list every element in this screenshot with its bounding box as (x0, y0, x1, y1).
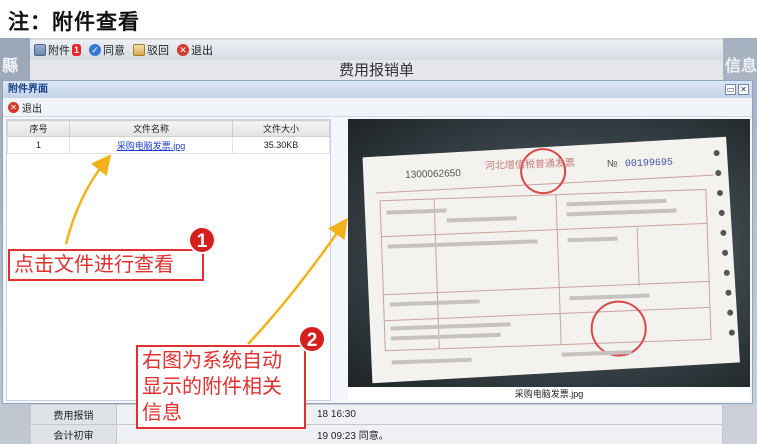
step-badge-2: 2 (298, 325, 326, 353)
reject-icon (133, 44, 145, 56)
approval-step-label: 费用报销 (30, 404, 117, 425)
attachment-preview: 1300062650 河北增值税普通发票 № 00199695 采购电脑发票.j… (348, 119, 750, 401)
table-row: 费用报销 18 16:30 (30, 404, 723, 425)
invoice-image: 1300062650 河北增值税普通发票 № 00199695 (362, 136, 740, 384)
exit-button[interactable]: ✕ 退出 (177, 42, 213, 58)
form-toolbar: 附件 1 ✓ 同意 驳回 ✕ 退出 (30, 40, 723, 60)
approval-step-label: 会计初审 (30, 424, 117, 444)
invoice-code: 1300062650 (405, 168, 461, 181)
exit-icon: ✕ (8, 101, 19, 113)
reject-button[interactable]: 驳回 (133, 42, 169, 58)
file-name-cell: 采购电脑发票.jpg (69, 136, 233, 154)
file-size: 35.30KB (232, 136, 330, 154)
preview-caption: 采购电脑发票.jpg (348, 387, 750, 401)
column-header-filename: 文件名称 (69, 120, 233, 137)
file-index: 1 (7, 136, 70, 154)
exit-icon: ✕ (177, 44, 189, 56)
file-name-link[interactable]: 采购电脑发票.jpg (117, 141, 186, 151)
dialog-exit-label: 退出 (22, 103, 42, 115)
column-header-filesize: 文件大小 (232, 120, 330, 137)
table-row[interactable]: 1 采购电脑发票.jpg 35.30KB (7, 136, 330, 154)
close-button[interactable]: ✕ (738, 84, 749, 95)
callout-click-file-text: 点击文件进行查看 (14, 254, 174, 276)
attachment-button[interactable]: 附件 1 (34, 42, 81, 58)
exit-button-label: 退出 (191, 45, 213, 57)
approve-button[interactable]: ✓ 同意 (89, 42, 125, 58)
note-title: 注：附件查看 (8, 11, 140, 34)
approve-button-label: 同意 (103, 45, 125, 57)
reject-button-label: 驳回 (147, 45, 169, 57)
dialog-title: 附件界面 (8, 84, 48, 95)
attachment-dialog: 附件界面 ▭ ✕ ✕ 退出 序号 文件名称 文件大小 1 采购电脑发票.jpg … (2, 80, 753, 404)
attachment-count-badge: 1 (72, 44, 81, 56)
invoice-number-prefix: № (607, 159, 618, 170)
maximize-button[interactable]: ▭ (725, 84, 736, 95)
table-row: 会计初审 19 09:23 同意。 (30, 424, 723, 444)
step-badge-1: 1 (188, 226, 216, 254)
dialog-toolbar: ✕ 退出 (3, 98, 752, 117)
invoice-photo: 1300062650 河北增值税普通发票 № 00199695 (348, 119, 750, 387)
attachment-button-label: 附件 (48, 45, 70, 57)
column-header-index: 序号 (7, 120, 70, 137)
attachment-icon (34, 44, 46, 56)
approval-table: 费用报销 18 16:30 会计初审 19 09:23 同意。 (30, 404, 723, 444)
approve-icon: ✓ (89, 44, 101, 56)
dialog-window-controls: ▭ ✕ (725, 84, 749, 95)
dialog-exit-button[interactable]: ✕ 退出 (8, 100, 42, 115)
file-table: 序号 文件名称 文件大小 1 采购电脑发票.jpg 35.30KB (7, 120, 330, 154)
callout-line: 右图为系统自动 (142, 350, 282, 372)
right-panel-text: 信息 (725, 58, 757, 75)
callout-line: 信息 (142, 402, 182, 424)
callout-click-file: 点击文件进行查看 (8, 249, 204, 281)
dialog-titlebar: 附件界面 ▭ ✕ (3, 81, 752, 98)
screenshot-stage: 注：附件查看 縣协 信息 附件 1 ✓ 同意 驳回 ✕ 退出 (0, 0, 757, 444)
form-title: 费用报销单 (30, 60, 723, 82)
callout-line: 显示的附件相关 (142, 376, 282, 398)
table-header-row: 序号 文件名称 文件大小 (7, 120, 330, 137)
invoice-number: 00199695 (625, 158, 673, 171)
callout-auto-display: 右图为系统自动 显示的附件相关 信息 (136, 345, 306, 429)
